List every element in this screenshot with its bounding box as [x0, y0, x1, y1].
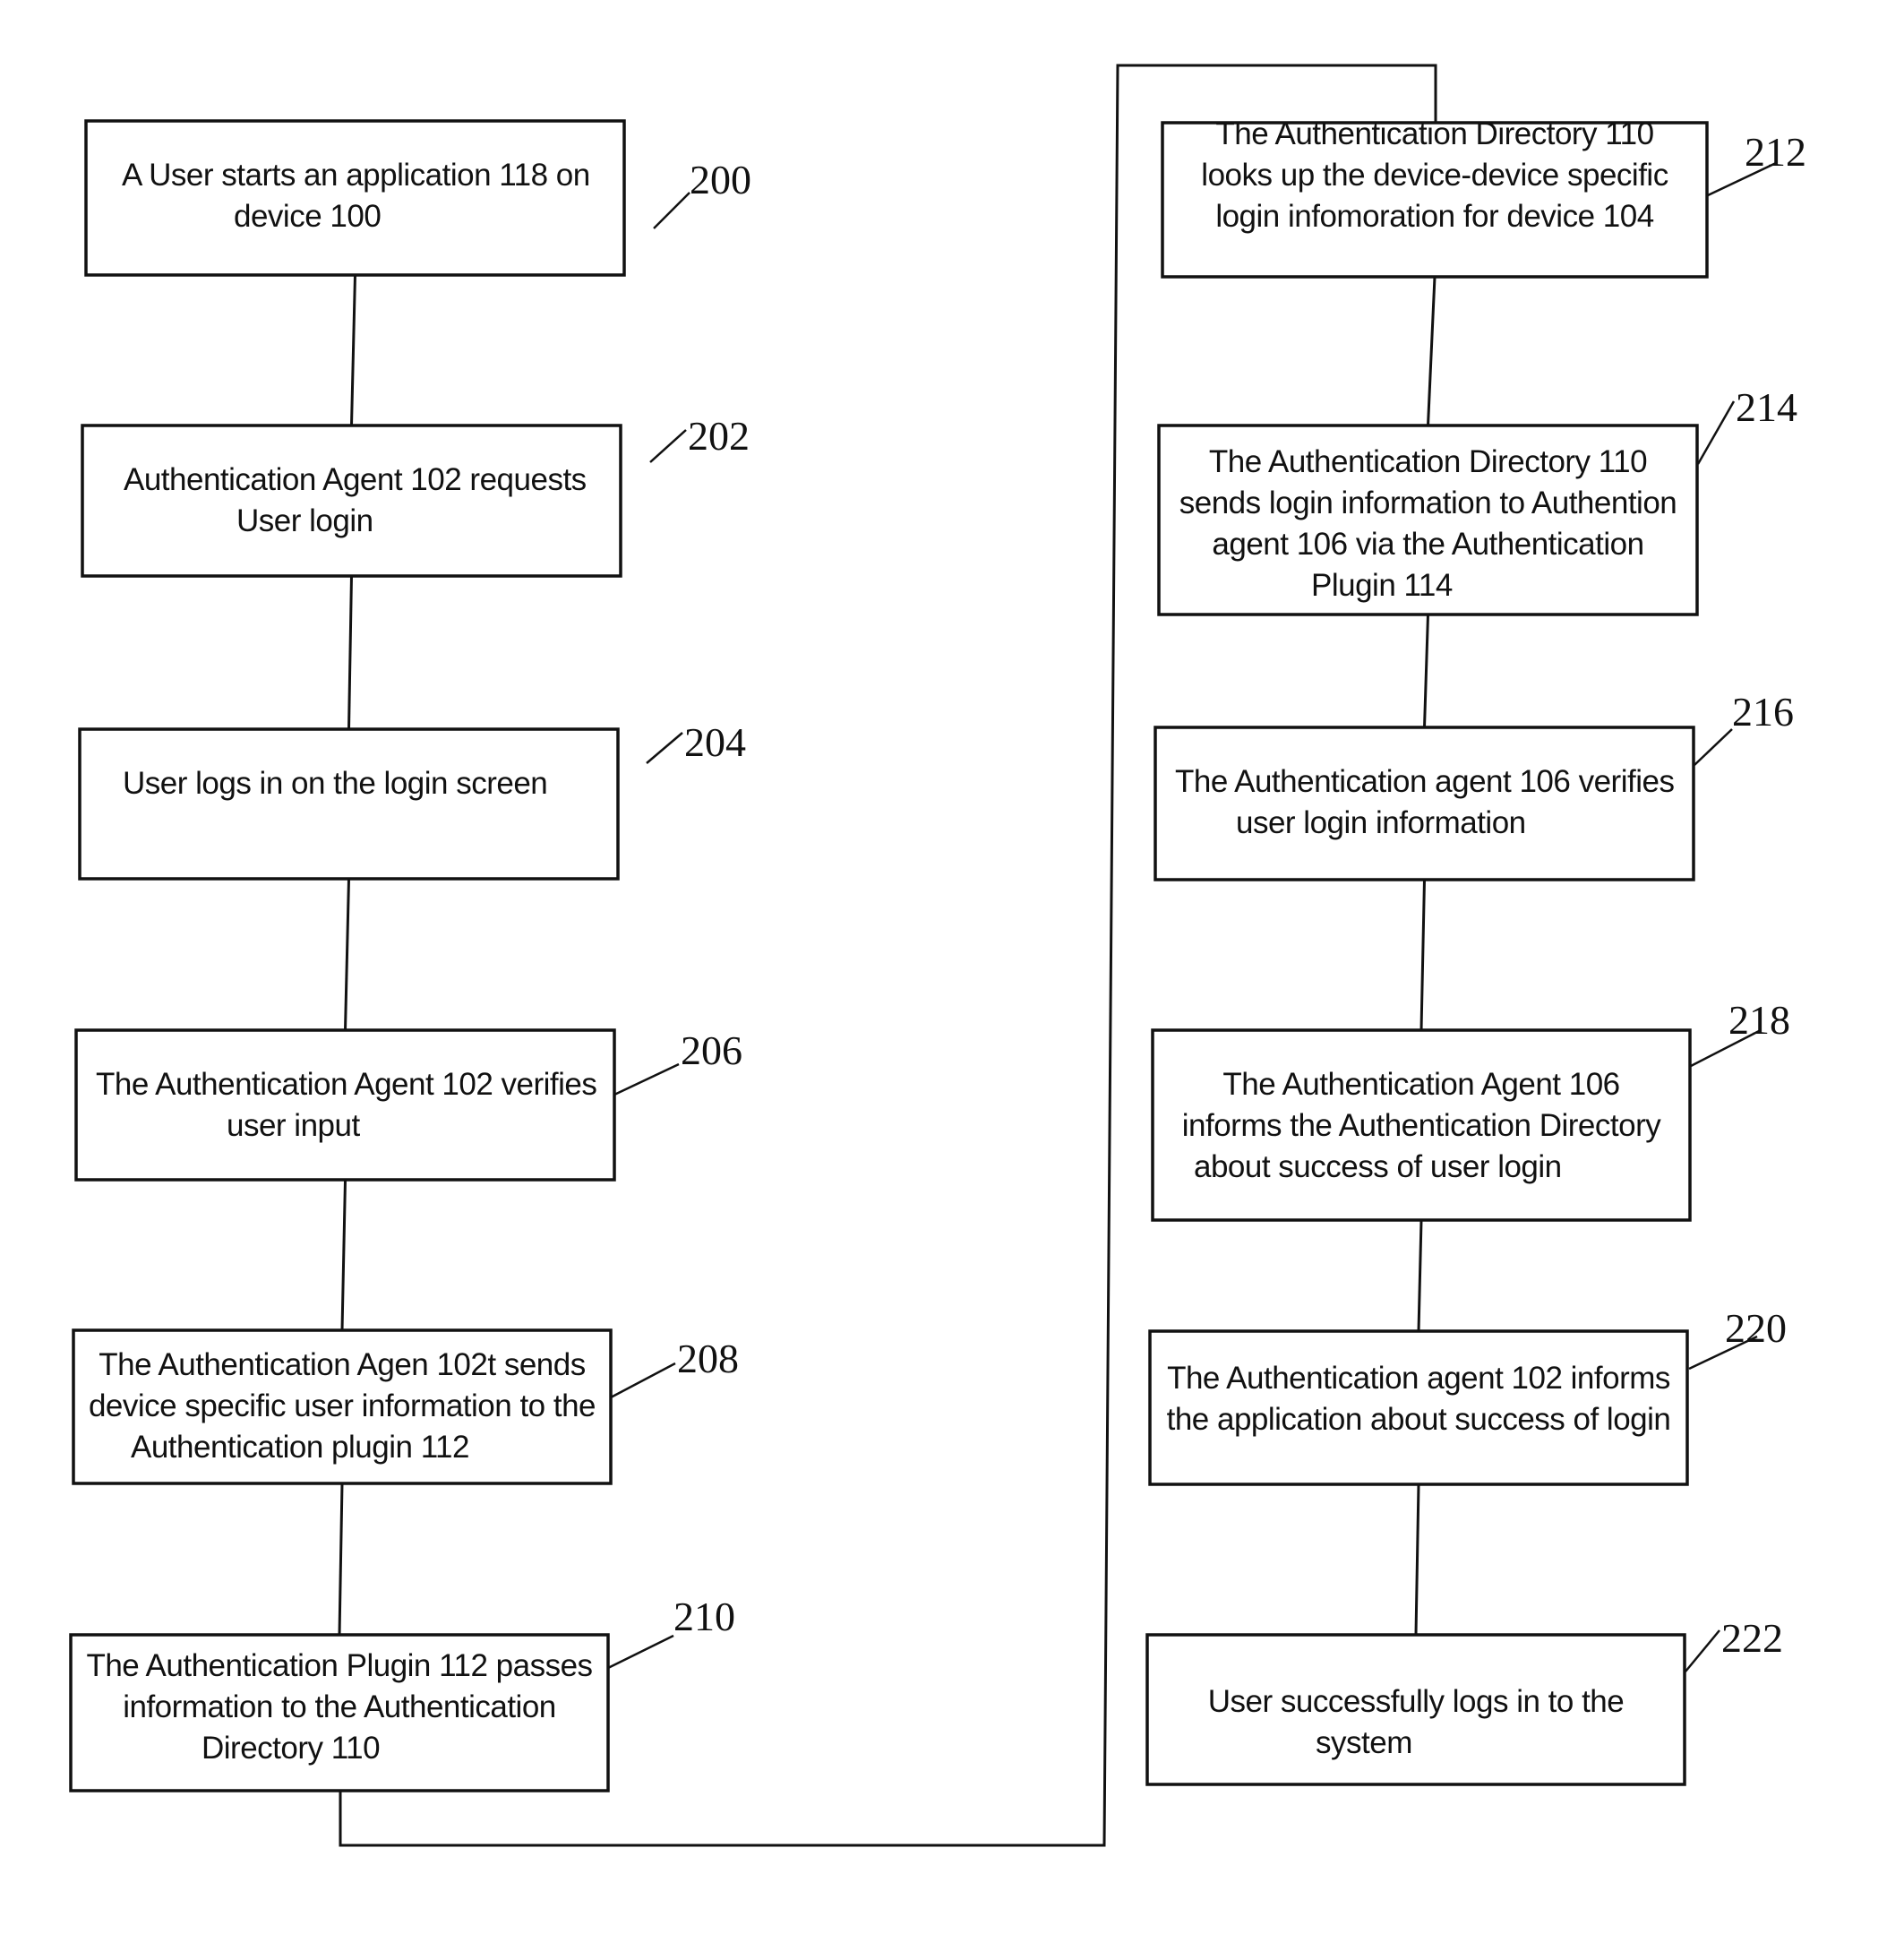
reference-number-216: 216 [1732, 689, 1794, 735]
connectors [338, 64, 1437, 1847]
reference-number-220: 220 [1725, 1305, 1787, 1351]
step-text-line: looks up the device-device specific [1201, 158, 1668, 193]
step-text-line: agent 106 via the Authentication [1212, 527, 1643, 562]
reference-number-208: 208 [677, 1336, 739, 1381]
step-text-line: The Authentication Directory 110 [1215, 116, 1653, 151]
step-text-line: The Authentication Plugin 112 passes [86, 1648, 592, 1683]
step-text-line: Authentication plugin 112 [131, 1430, 469, 1465]
step-text-line: the application about success of login [1167, 1402, 1671, 1437]
step-box-210: The Authentication Plugin 112 passes info… [69, 1633, 610, 1792]
reference-number-214: 214 [1736, 384, 1797, 430]
step-text-line: User logs in on the login screen [123, 766, 547, 801]
connector-206-208 [340, 1179, 347, 1331]
flowchart-diagram: A User starts an application 118 on devic… [69, 64, 1806, 1847]
step-text-line: device specific user information to the [89, 1388, 596, 1423]
step-text-line: The Authentication Agent 106 [1222, 1067, 1619, 1102]
step-text-line: informs the Authentication Directory [1182, 1108, 1661, 1143]
step-text-line: user input [227, 1108, 360, 1143]
reference-number-204: 204 [684, 719, 746, 765]
step-box-216: The Authentication agent 106 verifies use… [1154, 726, 1695, 881]
leader-line-222 [1685, 1629, 1720, 1672]
step-box-border [81, 424, 622, 578]
step-boxes: A User starts an application 118 on devic… [69, 116, 1709, 1792]
step-box-204: User logs in on the login screen [78, 727, 620, 881]
leader-line-218 [1690, 1028, 1762, 1068]
step-text-line: User successfully logs in to the [1208, 1684, 1624, 1719]
reference-number-200: 200 [690, 157, 751, 202]
leader-line-210 [607, 1634, 674, 1670]
step-text-line: A User starts an application 118 on [122, 158, 590, 193]
step-text-line: login infomoration for device 104 [1215, 199, 1653, 234]
connector-216-218 [1419, 879, 1426, 1031]
step-box-214: The Authentication Directory 110 sends lo… [1157, 424, 1699, 616]
step-text-line: The Authentication Agen 102t sends [99, 1347, 585, 1382]
step-box-border [74, 1028, 616, 1182]
reference-number-210: 210 [673, 1594, 735, 1639]
step-text-line: about success of user login [1194, 1149, 1562, 1184]
step-box-222: User successfully logs in to the system [1145, 1633, 1686, 1786]
connector-210-212 [339, 64, 1437, 1847]
leader-line-220 [1688, 1335, 1758, 1371]
step-text-line: The Authentication Directory 110 [1209, 444, 1647, 479]
step-text-line: system [1316, 1725, 1412, 1760]
connector-204-206 [344, 878, 350, 1031]
step-box-200: A User starts an application 118 on devic… [84, 119, 626, 277]
step-box-218: The Authentication Agent 106 informs the … [1151, 1028, 1692, 1222]
step-box-208: The Authentication Agen 102t sends device… [72, 1328, 613, 1485]
leader-line-208 [610, 1362, 676, 1399]
reference-number-218: 218 [1728, 997, 1790, 1043]
connector-212-214 [1427, 276, 1437, 426]
connector-200-202 [350, 274, 356, 426]
step-text-line: device 100 [234, 199, 381, 234]
step-text-line: sends login information to Authention [1179, 486, 1677, 520]
leader-line-216 [1694, 728, 1733, 766]
step-text-line: Authentication Agent 102 requests [124, 462, 587, 497]
step-box-border [1154, 726, 1695, 881]
leader-line-206 [613, 1062, 680, 1096]
step-text-line: Directory 110 [202, 1731, 380, 1766]
step-box-border [84, 119, 626, 277]
leader-line-200 [653, 192, 690, 229]
step-text-line: The Authentication agent 106 verifies [1175, 764, 1674, 799]
step-text-line: Plugin 114 [1311, 568, 1453, 603]
leader-line-202 [649, 429, 687, 463]
step-text-line: User login [236, 503, 373, 538]
reference-number-206: 206 [681, 1027, 742, 1073]
step-box-220: The Authentication agent 102 informs the … [1148, 1329, 1689, 1486]
step-box-202: Authentication Agent 102 requests User lo… [81, 424, 622, 578]
step-box-212: The Authentication Directory 110 looks up… [1161, 116, 1709, 279]
step-text-line: The Authentication Agent 102 verifies [96, 1067, 596, 1102]
connector-220-222 [1414, 1483, 1420, 1636]
step-box-border [78, 727, 620, 881]
step-text-line: The Authentication agent 102 informs [1167, 1361, 1670, 1396]
connector-218-220 [1417, 1219, 1423, 1332]
connector-214-216 [1423, 614, 1429, 728]
step-text-line: user login information [1236, 805, 1526, 840]
leader-line-204 [646, 732, 683, 764]
reference-number-202: 202 [688, 413, 750, 459]
reference-number-222: 222 [1721, 1615, 1783, 1661]
step-box-206: The Authentication Agent 102 verifies use… [74, 1028, 616, 1182]
step-text-line: information to the Authentication [123, 1689, 556, 1724]
leader-line-212 [1707, 161, 1777, 197]
connector-208-210 [338, 1483, 344, 1636]
leader-line-214 [1696, 400, 1736, 465]
connector-202-204 [347, 575, 353, 730]
reference-number-212: 212 [1745, 129, 1806, 175]
